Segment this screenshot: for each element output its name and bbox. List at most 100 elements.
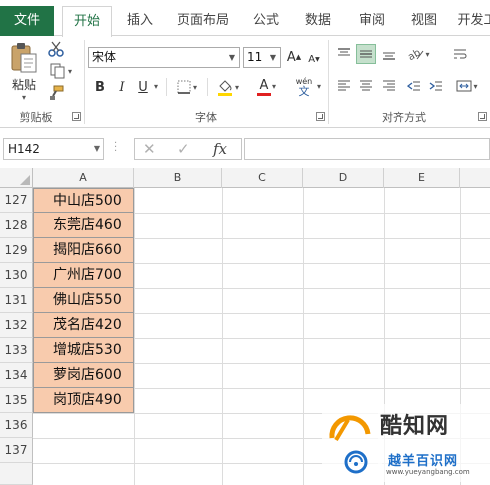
tab-developer[interactable]: 开发工 — [452, 6, 490, 36]
cancel-icon[interactable]: ✕ — [143, 139, 156, 159]
phonetic-dropdown[interactable]: ▾ — [317, 82, 321, 91]
row-header[interactable]: 129 — [0, 238, 33, 263]
tab-insert[interactable]: 插入 — [118, 6, 162, 36]
tab-view[interactable]: 视图 — [402, 6, 446, 36]
column-header-d[interactable]: D — [303, 168, 384, 188]
paste-button[interactable]: 粘贴 ▾ — [6, 40, 42, 104]
cell-a130[interactable]: 广州店700 — [33, 263, 134, 288]
align-middle-icon — [360, 50, 372, 58]
enter-icon[interactable]: ✓ — [177, 139, 190, 159]
bottom-align-button[interactable] — [379, 44, 399, 64]
cell-a134[interactable]: 萝岗店600 — [33, 363, 134, 388]
grow-font-icon: A — [286, 49, 296, 65]
tab-formulas[interactable]: 公式 — [244, 6, 288, 36]
tab-file[interactable]: 文件 — [0, 6, 54, 36]
font-size-value: 11 — [247, 50, 263, 64]
row-header[interactable]: 132 — [0, 313, 33, 338]
align-right-button[interactable] — [379, 76, 399, 96]
row-header[interactable]: 130 — [0, 263, 33, 288]
watermark-subtitle: 越羊百识网 — [388, 454, 459, 469]
row-header[interactable] — [0, 463, 33, 485]
row-header[interactable]: 131 — [0, 288, 33, 313]
italic-button[interactable]: I — [114, 77, 130, 97]
tab-review[interactable]: 审阅 — [350, 6, 394, 36]
bold-button[interactable]: B — [92, 77, 108, 97]
clipboard-dialog-launcher[interactable] — [72, 112, 81, 121]
underline-dropdown[interactable]: ▾ — [154, 82, 158, 91]
cell-a133[interactable]: 增城店530 — [33, 338, 134, 363]
name-box-value: H142 — [8, 142, 40, 156]
format-painter-button[interactable] — [46, 84, 66, 102]
alignment-group-label: 对齐方式 — [382, 111, 426, 124]
cell-a127[interactable]: 中山店500 — [33, 188, 134, 213]
tab-page-layout[interactable]: 页面布局 — [170, 6, 236, 36]
shrink-font-icon: A — [308, 53, 316, 65]
font-group-label: 字体 — [195, 111, 217, 124]
chevron-down-icon: ▼ — [93, 144, 100, 153]
formula-input[interactable] — [244, 138, 490, 160]
chevron-down-icon: ▼ — [269, 53, 277, 62]
font-size-box[interactable]: 11 ▼ — [243, 47, 281, 68]
top-align-button[interactable] — [334, 44, 354, 64]
tab-home[interactable]: 开始 — [62, 6, 112, 37]
merge-center-button[interactable]: ▾ — [452, 76, 482, 96]
cell-a132[interactable]: 茂名店420 — [33, 313, 134, 338]
increase-indent-button[interactable] — [426, 76, 446, 96]
align-left-button[interactable] — [334, 76, 354, 96]
watermark-url: www.yueyangbang.com — [386, 468, 470, 476]
watermark-logo-icon — [322, 404, 382, 482]
cut-button[interactable] — [46, 40, 66, 58]
group-separator — [328, 40, 329, 124]
text-orientation-icon: ab — [408, 47, 424, 61]
alignment-dialog-launcher[interactable] — [478, 112, 487, 121]
underline-button[interactable]: U — [135, 77, 151, 97]
watermark: 酷知网 越羊百识网 www.yueyangbang.com — [322, 404, 490, 485]
font-name-value: 宋体 — [92, 50, 117, 64]
font-dialog-launcher[interactable] — [316, 112, 325, 121]
wrap-text-button[interactable] — [450, 44, 470, 64]
cell-a128[interactable]: 东莞店460 — [33, 213, 134, 238]
divider — [166, 78, 167, 96]
copy-button[interactable]: ▾ — [46, 62, 76, 80]
drag-handle-icon[interactable]: · · · — [114, 139, 122, 157]
column-header-c[interactable]: C — [222, 168, 303, 188]
align-center-button[interactable] — [356, 76, 376, 96]
row-header[interactable]: 135 — [0, 388, 33, 413]
paint-bucket-icon — [217, 80, 232, 96]
row-header[interactable]: 128 — [0, 213, 33, 238]
shrink-font-button[interactable]: A ▼ — [306, 49, 322, 69]
column-header-a[interactable]: A — [33, 168, 134, 188]
row-header[interactable]: 137 — [0, 438, 33, 463]
clipboard-group-label: 剪贴板 — [19, 111, 53, 124]
column-header-b[interactable]: B — [134, 168, 222, 188]
border-icon — [177, 80, 191, 94]
font-color-icon: A — [259, 77, 269, 93]
decrease-indent-icon — [407, 81, 420, 91]
insert-function-button[interactable]: fx — [213, 139, 227, 159]
paste-label: 粘贴 — [11, 78, 36, 92]
column-header-e[interactable]: E — [384, 168, 460, 188]
borders-button[interactable]: ▾ — [174, 77, 200, 97]
gridline — [303, 188, 304, 485]
cell-a135[interactable]: 岗顶店490 — [33, 388, 134, 413]
phonetic-guide-button[interactable]: wén 文 — [292, 74, 316, 100]
name-box[interactable]: H142 ▼ — [3, 138, 104, 160]
ribbon: 粘贴 ▾ ▾ 剪贴板 宋体 ▼ 11 ▼ A ▲ A ▼ B I U ▾ ▾ ▾… — [0, 36, 490, 128]
fill-color-button[interactable]: ▾ — [214, 76, 242, 98]
middle-align-button[interactable] — [356, 44, 376, 64]
font-name-box[interactable]: 宋体 ▼ — [88, 47, 240, 68]
row-header[interactable]: 134 — [0, 363, 33, 388]
grow-font-button[interactable]: A ▲ — [286, 47, 302, 67]
cell-a131[interactable]: 佛山店550 — [33, 288, 134, 313]
decrease-indent-button[interactable] — [404, 76, 424, 96]
font-color-dropdown[interactable]: ▾ — [272, 82, 276, 91]
clipboard-icon — [11, 43, 37, 73]
select-all-button[interactable] — [0, 168, 33, 188]
row-header[interactable]: 127 — [0, 188, 33, 213]
cell-a129[interactable]: 揭阳店660 — [33, 238, 134, 263]
row-header[interactable]: 133 — [0, 338, 33, 363]
tab-data[interactable]: 数据 — [296, 6, 340, 36]
orientation-button[interactable]: ab ▾ — [404, 44, 434, 64]
gridline — [222, 188, 223, 485]
row-header[interactable]: 136 — [0, 413, 33, 438]
